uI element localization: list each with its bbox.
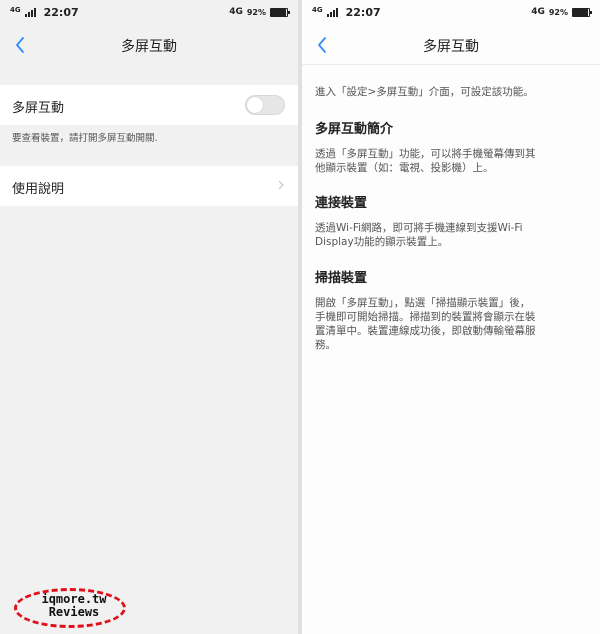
section-line: 透過「多屏互動」功能，可以將手機螢幕傳到其 xyxy=(315,148,536,160)
page-title: 多屏互動 xyxy=(423,39,479,55)
signal-icon xyxy=(24,8,36,17)
battery-fill xyxy=(573,8,588,16)
toggle-row: 多屏互動 xyxy=(0,85,298,125)
battery-fill xyxy=(271,8,286,16)
status-time: 22:07 xyxy=(43,6,79,19)
chevron-right-icon xyxy=(278,180,284,190)
section-line: 透過Wi-Fi網路，即可將手機連線到支援Wi-Fi xyxy=(315,222,523,234)
section-line: 他顯示裝置（如：電視、投影機）上。 xyxy=(315,162,494,174)
settings-screen: 4G 22:07 4G 92% 多屏互動 多屏互動 要查看裝置，請打開多屏互動開… xyxy=(0,0,298,634)
section-line: 務。 xyxy=(315,339,336,351)
watermark-line1: iqmore.tw xyxy=(41,592,107,606)
network-type-label: 4G xyxy=(10,5,21,14)
help-screen: 4G 22:07 4G 92% 多屏互動 進入「設定>多屏互動」介面，可設定該功… xyxy=(302,0,600,634)
manual-row[interactable]: 使用說明 xyxy=(0,166,298,206)
status-bar: 4G 22:07 4G 92% xyxy=(302,0,600,26)
section-line: 置清單中。裝置連線成功後，即啟動傳輸螢幕服 xyxy=(315,325,536,337)
multi-screen-toggle[interactable] xyxy=(245,95,285,115)
watermark-line2: Reviews xyxy=(48,605,100,619)
section-heading: 多屏互動簡介 xyxy=(315,122,394,137)
toggle-hint: 要查看裝置，請打開多屏互動開關. xyxy=(12,133,158,144)
battery-percent: 92% xyxy=(246,7,266,17)
watermark-logo: iqmore.tw Reviews xyxy=(14,588,126,628)
section-line: 手機即可開始掃描。掃描到的裝置將會顯示在裝 xyxy=(315,311,536,323)
battery-icon xyxy=(572,7,592,17)
status-time: 22:07 xyxy=(345,6,381,19)
section-line: Display功能的顯示裝置上。 xyxy=(315,236,449,248)
page-title: 多屏互動 xyxy=(121,39,177,55)
section-line: 開啟「多屏互動」，點選「掃描顯示裝置」後， xyxy=(315,297,531,309)
network-type-label: 4G xyxy=(312,5,323,14)
battery-icon xyxy=(270,7,290,17)
intro-text: 進入「設定>多屏互動」介面，可設定該功能。 xyxy=(315,86,534,98)
toggle-knob xyxy=(247,97,263,113)
status-bar: 4G 22:07 4G 92% xyxy=(0,0,298,26)
toggle-label: 多屏互動 xyxy=(12,101,65,116)
title-bar: 多屏互動 xyxy=(302,26,600,64)
data-type-label: 4G xyxy=(229,7,243,17)
manual-label: 使用說明 xyxy=(12,182,65,197)
battery-percent: 92% xyxy=(548,7,568,17)
data-type-label: 4G xyxy=(531,7,545,17)
section-heading: 連接裝置 xyxy=(315,196,368,211)
section-heading: 掃描裝置 xyxy=(315,271,368,286)
signal-icon xyxy=(326,8,338,17)
title-bar: 多屏互動 xyxy=(0,26,298,64)
help-content: 進入「設定>多屏互動」介面，可設定該功能。 多屏互動簡介 透過「多屏互動」功能，… xyxy=(302,64,600,351)
